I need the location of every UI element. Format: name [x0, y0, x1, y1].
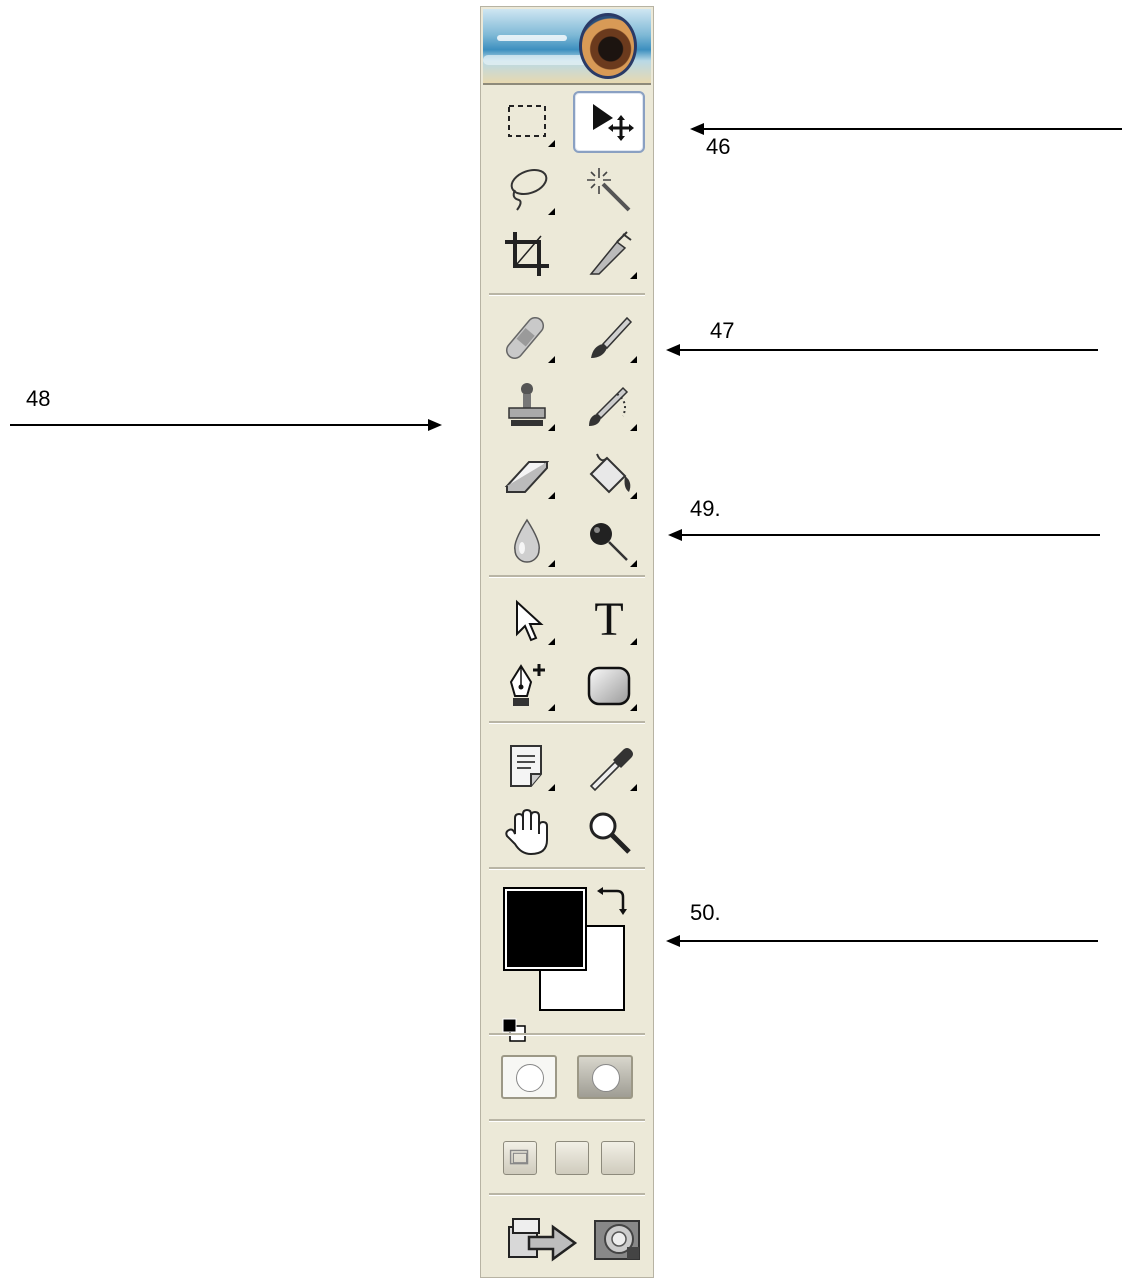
quick-mask-mode-icon: [592, 1064, 620, 1092]
type-icon: T: [594, 593, 624, 646]
path-selection-tool[interactable]: [495, 591, 559, 649]
history-brush-tool[interactable]: [577, 377, 641, 435]
jump-to-imageready-icon: [508, 1218, 578, 1262]
zoom-tool[interactable]: [577, 803, 641, 861]
full-screen-mode-button[interactable]: [601, 1141, 635, 1175]
rectangular-marquee-icon: [508, 105, 546, 137]
paint-bucket-tool[interactable]: [577, 445, 641, 503]
brush-icon: [591, 316, 633, 358]
annotation-label-46: 46: [706, 134, 731, 159]
photoshop-logo[interactable]: [483, 9, 651, 85]
full-screen-menu-mode-button[interactable]: [555, 1141, 589, 1175]
hand-tool[interactable]: [495, 803, 559, 861]
brush-tool[interactable]: [577, 309, 641, 367]
default-colors-icon[interactable]: [501, 1017, 529, 1045]
clone-stamp-tool[interactable]: [495, 377, 559, 435]
eyedropper-icon: [589, 748, 633, 792]
shape-tool[interactable]: [577, 657, 641, 715]
eraser-tool[interactable]: [495, 445, 559, 503]
history-brush-icon: [589, 386, 629, 426]
quick-mask-mode-button[interactable]: [577, 1055, 633, 1099]
crop-icon: [505, 232, 549, 276]
slice-tool[interactable]: [577, 225, 641, 283]
rectangular-marquee-tool[interactable]: [495, 93, 559, 151]
dodge-icon: [590, 523, 628, 561]
imageready-icon: [594, 1220, 640, 1260]
blur-tool[interactable]: [495, 513, 559, 571]
type-tool[interactable]: T: [577, 591, 641, 649]
annotation-label-49: 49.: [690, 496, 721, 521]
swap-colors-icon[interactable]: [595, 887, 627, 917]
standard-mode-icon: [516, 1064, 544, 1092]
hand-icon: [505, 808, 548, 856]
crop-tool[interactable]: [495, 225, 559, 283]
eraser-icon: [504, 461, 550, 493]
magic-wand-icon: [587, 168, 631, 212]
pen-tool[interactable]: [495, 657, 559, 715]
clone-stamp-icon: [508, 383, 546, 426]
jump-to-imageready-button[interactable]: [503, 1209, 583, 1267]
move-icon: [593, 104, 634, 141]
lasso-icon: [510, 168, 548, 211]
shape-icon: [587, 666, 631, 706]
foreground-color-swatch[interactable]: [503, 887, 587, 971]
notes-icon: [510, 745, 542, 787]
zoom-icon: [589, 812, 631, 854]
path-selection-icon: [516, 599, 544, 642]
lasso-tool[interactable]: [495, 161, 559, 219]
healing-brush-icon: [505, 316, 545, 360]
annotation-label-48: 48: [26, 386, 51, 411]
notes-tool[interactable]: [495, 737, 559, 795]
eyedropper-tool[interactable]: [577, 737, 641, 795]
magic-wand-tool[interactable]: [577, 161, 641, 219]
standard-mode-button[interactable]: [501, 1055, 557, 1099]
move-tool[interactable]: [573, 91, 645, 153]
annotation-label-47: 47: [710, 318, 735, 343]
paint-bucket-icon: [589, 453, 631, 494]
tools-panel: T: [480, 6, 654, 1278]
healing-brush-tool[interactable]: [495, 309, 559, 367]
blur-icon: [514, 518, 540, 563]
pen-icon: [509, 664, 545, 706]
slice-icon: [589, 231, 632, 275]
dodge-tool[interactable]: [577, 513, 641, 571]
standard-screen-mode-button[interactable]: [503, 1141, 537, 1175]
annotation-label-50: 50.: [690, 900, 721, 925]
window-icon: [509, 1149, 529, 1165]
imageready-button[interactable]: [589, 1209, 645, 1267]
